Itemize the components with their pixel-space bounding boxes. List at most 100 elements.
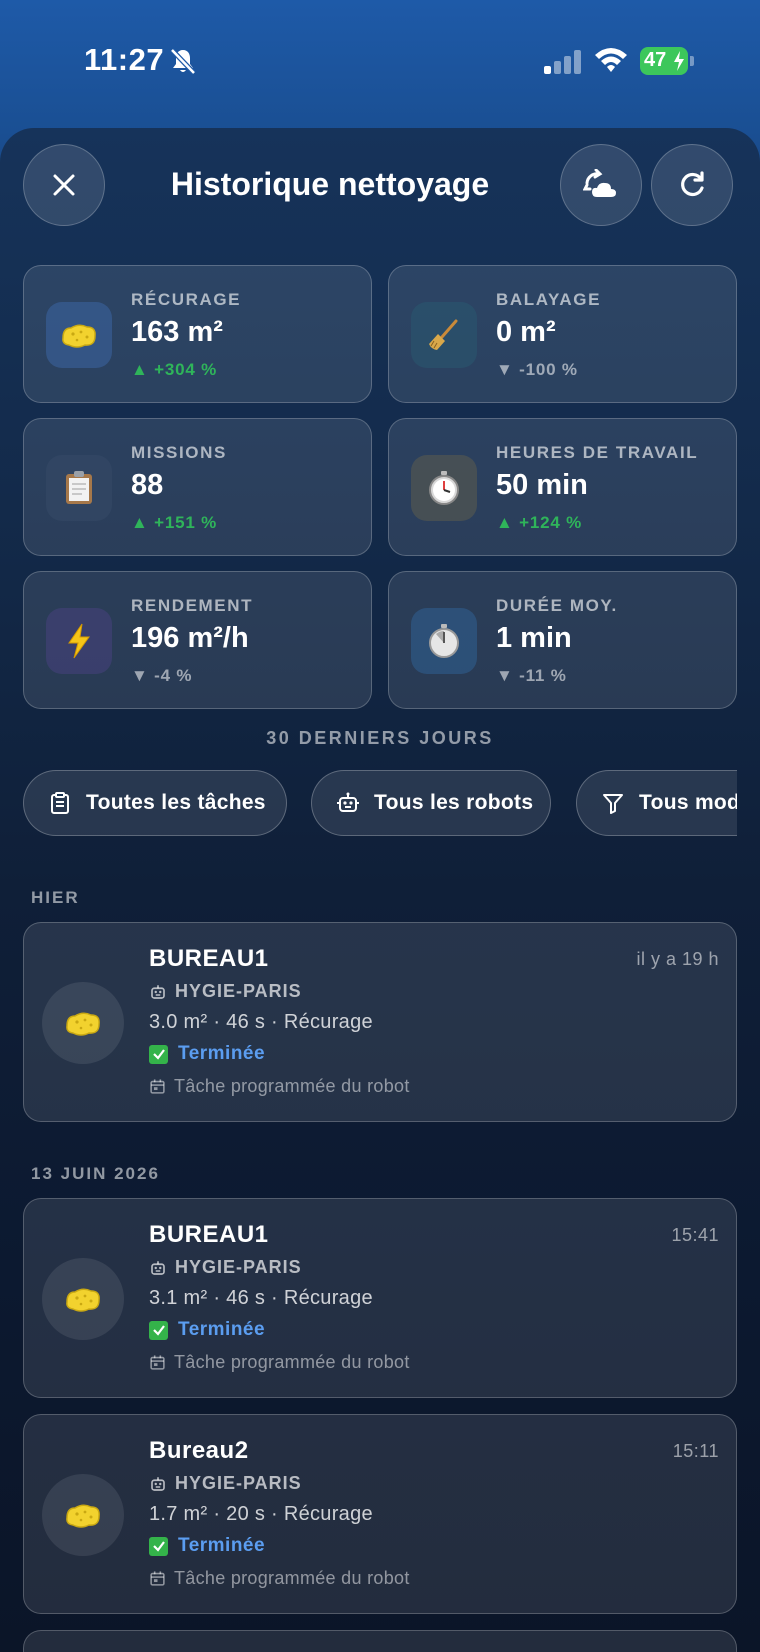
stat-value: 0 m² <box>496 316 556 348</box>
stat-card-missions: MISSIONS 88 ▲ +151 % <box>23 418 372 556</box>
mission-details: 3.0 m² · 46 s · Récurage <box>149 1011 373 1033</box>
stat-delta: ▼ -11 % <box>496 666 567 685</box>
stat-delta: ▼ -100 % <box>496 360 578 379</box>
section-label: HIER <box>31 888 80 907</box>
robot-icon <box>151 1476 165 1491</box>
mission-details: 1.7 m² · 20 s · Récurage <box>149 1503 373 1525</box>
status-text: Terminée <box>178 1319 266 1340</box>
battery-level: 47 <box>644 49 667 71</box>
mission-card[interactable]: BUREAU1 il y a 19 h HYGIE-PARIS 3.0 m² ·… <box>23 922 737 1122</box>
stat-label: RENDEMENT <box>131 596 254 615</box>
source-text: Tâche programmée du robot <box>174 1568 410 1588</box>
cloud-sync-icon <box>583 169 616 197</box>
stat-value: 196 m²/h <box>131 622 249 654</box>
filter-bar: Toutes les tâches Tous les robots Tous m… <box>23 770 737 838</box>
close-icon <box>53 174 75 196</box>
mission-status: Terminée <box>149 1043 265 1065</box>
stat-value: 1 min <box>496 622 572 654</box>
sponge-icon <box>62 324 96 348</box>
filter-robots-chip[interactable]: Tous les robots <box>311 770 551 836</box>
mission-details: 3.1 m² · 46 s · Récurage <box>149 1287 373 1309</box>
lightning-icon <box>68 623 90 659</box>
stat-card-heures: HEURES DE TRAVAIL 50 min ▲ +124 % <box>388 418 737 556</box>
wifi-icon <box>595 48 627 72</box>
stat-delta: ▲ +151 % <box>131 513 218 532</box>
mission-avatar <box>42 1474 124 1556</box>
filter-modes-chip[interactable]: Tous mod <box>576 770 737 836</box>
sponge-icon <box>66 1012 100 1036</box>
bell-muted-icon <box>170 48 196 75</box>
source-text: Tâche programmée du robot <box>174 1352 410 1372</box>
source-text: Tâche programmée du robot <box>174 1076 410 1096</box>
mission-name: Bureau2 <box>149 1437 249 1464</box>
battery-indicator: 47 <box>640 47 694 75</box>
mission-card[interactable]: Bureau2 15:11 HYGIE-PARIS 1.7 m² · 20 s … <box>23 1414 737 1614</box>
mission-source: Tâche programmée du robot <box>149 1568 410 1589</box>
calendar-icon <box>150 1079 165 1094</box>
mission-robot: HYGIE-PARIS <box>149 1473 302 1494</box>
mission-card-partial[interactable] <box>23 1630 737 1652</box>
stat-label: DURÉE MOY. <box>496 596 618 615</box>
section-label: 13 JUIN 2026 <box>31 1164 160 1183</box>
mission-status: Terminée <box>149 1535 265 1557</box>
mission-robot: HYGIE-PARIS <box>149 981 302 1002</box>
switch-view-button[interactable] <box>560 144 642 226</box>
mission-source: Tâche programmée du robot <box>149 1352 410 1373</box>
stat-value: 88 <box>131 469 164 501</box>
timer-icon <box>429 624 459 658</box>
mission-time: il y a 19 h <box>636 949 719 969</box>
page-title: Historique nettoyage <box>170 166 490 202</box>
calendar-icon <box>150 1571 165 1586</box>
check-icon <box>149 1536 168 1556</box>
mission-time: 15:11 <box>672 1441 719 1461</box>
status-text: Terminée <box>178 1043 266 1064</box>
stat-card-duree: DURÉE MOY. 1 min ▼ -11 % <box>388 571 737 709</box>
stat-card-recurage: RÉCURAGE 163 m² ▲ +304 % <box>23 265 372 403</box>
cell-signal-icon <box>544 50 581 74</box>
robot-name: HYGIE-PARIS <box>175 981 302 1001</box>
status-text: Terminée <box>178 1535 266 1556</box>
filter-icon <box>603 794 623 814</box>
robot-icon <box>151 1260 165 1275</box>
mission-avatar <box>42 982 124 1064</box>
robot-icon <box>151 984 165 999</box>
sponge-icon <box>66 1288 100 1312</box>
clipboard-list-icon <box>51 792 69 814</box>
stat-value: 50 min <box>496 469 588 501</box>
stat-value: 163 m² <box>131 316 223 348</box>
status-time: 11:27 <box>84 42 165 77</box>
robot-icon <box>337 792 359 812</box>
mission-status: Terminée <box>149 1319 265 1341</box>
refresh-icon <box>681 171 704 197</box>
chip-label: Tous les robots <box>374 791 534 814</box>
stat-label: HEURES DE TRAVAIL <box>496 443 699 462</box>
broom-icon <box>429 319 458 350</box>
stopwatch-icon <box>429 471 459 505</box>
stat-label: RÉCURAGE <box>131 290 242 309</box>
stat-delta: ▲ +124 % <box>496 513 583 532</box>
filter-tasks-chip[interactable]: Toutes les tâches <box>23 770 287 836</box>
refresh-button[interactable] <box>651 144 733 226</box>
sponge-icon <box>66 1504 100 1528</box>
stat-label: MISSIONS <box>131 443 227 462</box>
stat-card-balayage: BALAYAGE 0 m² ▼ -100 % <box>388 265 737 403</box>
history-sheet: Historique nettoyage RÉCURAGE 163 m² ▲ +… <box>0 128 760 1652</box>
charging-bolt-icon <box>674 51 684 71</box>
clipboard-icon <box>66 471 92 504</box>
stat-delta: ▼ -4 % <box>131 666 193 685</box>
mission-avatar <box>42 1258 124 1340</box>
period-label: 30 DERNIERS JOURS <box>266 728 494 748</box>
close-button[interactable] <box>23 144 105 226</box>
check-icon <box>149 1044 168 1064</box>
mission-card[interactable]: BUREAU1 15:41 HYGIE-PARIS 3.1 m² · 46 s … <box>23 1198 737 1398</box>
mission-robot: HYGIE-PARIS <box>149 1257 302 1278</box>
mission-name: BUREAU1 <box>149 945 269 972</box>
mission-name: BUREAU1 <box>149 1221 269 1248</box>
stat-delta: ▲ +304 % <box>131 360 218 379</box>
robot-name: HYGIE-PARIS <box>175 1473 302 1493</box>
calendar-icon <box>150 1355 165 1370</box>
chip-label: Toutes les tâches <box>86 791 266 814</box>
mission-time: 15:41 <box>671 1225 719 1245</box>
mission-source: Tâche programmée du robot <box>149 1076 410 1097</box>
check-icon <box>149 1320 168 1340</box>
